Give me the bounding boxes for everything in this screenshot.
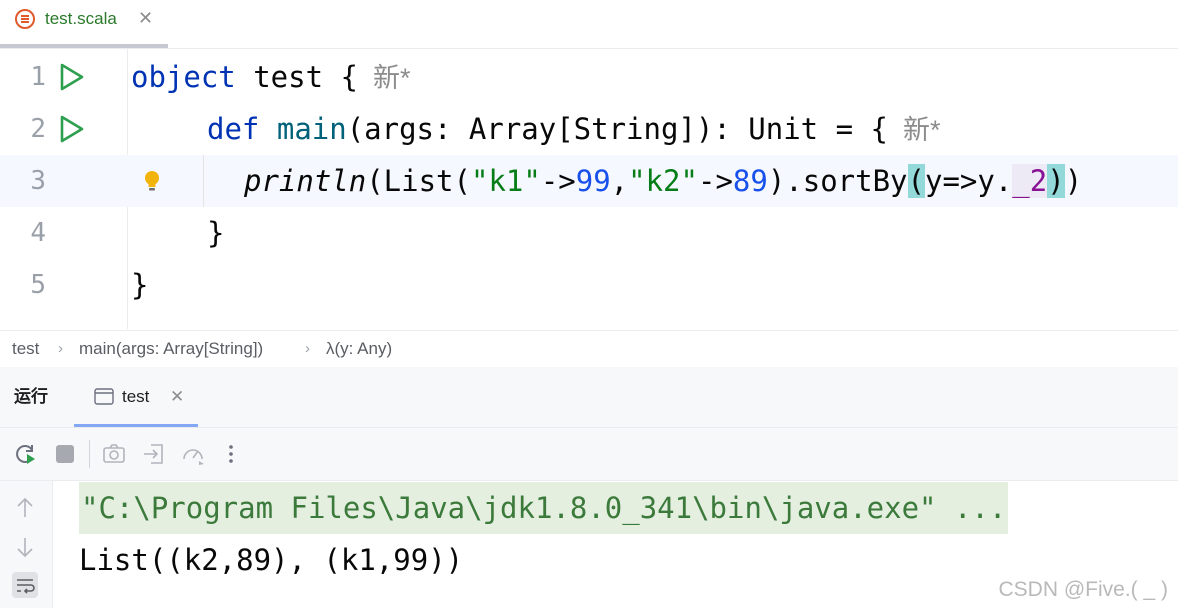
breadcrumb: test › main(args: Array[String]) › λ(y: …	[0, 330, 1178, 368]
watermark: CSDN @Five.( _ )	[998, 578, 1169, 601]
console-icon	[94, 388, 114, 405]
arrow-down-icon[interactable]	[12, 534, 38, 560]
run-tab-label: test	[122, 387, 150, 406]
active-tab-indicator	[74, 424, 198, 427]
run-tool-window-header: 运行 test ✕	[0, 367, 1178, 428]
line-number: 1	[30, 62, 46, 92]
line-number: 4	[30, 218, 46, 248]
run-window-title: 运行	[14, 387, 48, 406]
console-side-toolbar	[0, 481, 53, 608]
play-icon[interactable]	[56, 114, 86, 144]
gauge-icon[interactable]	[180, 441, 206, 467]
rerun-icon[interactable]	[12, 441, 38, 467]
code-line-3[interactable]: 3 println(List("k1"->99,"k2"->89).sortBy…	[0, 155, 1178, 207]
code-text: }	[131, 268, 149, 302]
code-text: }	[207, 216, 225, 250]
inlay-hint-author: 新*	[358, 63, 411, 93]
code-line-4[interactable]: 4 }	[0, 207, 1178, 259]
line-number: 3	[30, 166, 46, 196]
active-tab-indicator	[0, 44, 168, 48]
breadcrumb-item-main[interactable]: main(args: Array[String])	[79, 331, 263, 367]
code-text: object test { 新*	[131, 60, 411, 94]
editor-tab-test-scala[interactable]: test.scala ✕	[0, 0, 168, 48]
matched-bracket: (	[907, 164, 925, 198]
code-editor[interactable]: 1 object test { 新* 2 def main(args: Arra…	[0, 49, 1178, 329]
code-line-2[interactable]: 2 def main(args: Array[String]): Unit = …	[0, 103, 1178, 155]
close-icon[interactable]: ✕	[170, 367, 184, 427]
code-text: println(List("k1"->99,"k2"->89).sortBy(y…	[244, 164, 1083, 198]
camera-icon[interactable]	[101, 441, 127, 467]
chevron-right-icon: ›	[305, 340, 310, 357]
arrow-up-icon[interactable]	[12, 495, 38, 521]
indent-guide	[203, 155, 204, 207]
editor-tab-bar: test.scala ✕	[0, 0, 1178, 49]
run-toolbar	[0, 428, 1178, 481]
breadcrumb-item-lambda[interactable]: λ(y: Any)	[326, 331, 392, 367]
matched-bracket: )	[1047, 164, 1065, 198]
line-number: 5	[30, 270, 46, 300]
more-vertical-icon[interactable]	[218, 441, 244, 467]
editor-tab-title: test.scala	[45, 9, 117, 28]
close-icon[interactable]: ✕	[138, 7, 153, 29]
scala-file-icon	[15, 9, 35, 29]
console-command-line[interactable]: "C:\Program Files\Java\jdk1.8.0_341\bin\…	[79, 482, 1009, 534]
export-icon[interactable]	[141, 441, 167, 467]
toolbar-divider	[89, 440, 90, 468]
breadcrumb-item-test[interactable]: test	[12, 331, 39, 367]
console-result-line: List((k2,89), (k1,99))	[79, 543, 464, 577]
line-number: 2	[30, 114, 46, 144]
code-text: def main(args: Array[String]): Unit = { …	[207, 112, 941, 146]
code-line-5[interactable]: 5 }	[0, 259, 1178, 311]
inlay-hint-author: 新*	[887, 115, 941, 145]
lightbulb-icon[interactable]	[141, 169, 163, 193]
code-line-1[interactable]: 1 object test { 新*	[0, 51, 1178, 103]
soft-wrap-icon[interactable]	[12, 572, 38, 598]
chevron-right-icon: ›	[58, 340, 63, 357]
run-tab-test[interactable]: test ✕	[74, 367, 198, 427]
stop-icon[interactable]	[52, 441, 78, 467]
play-icon[interactable]	[56, 62, 86, 92]
